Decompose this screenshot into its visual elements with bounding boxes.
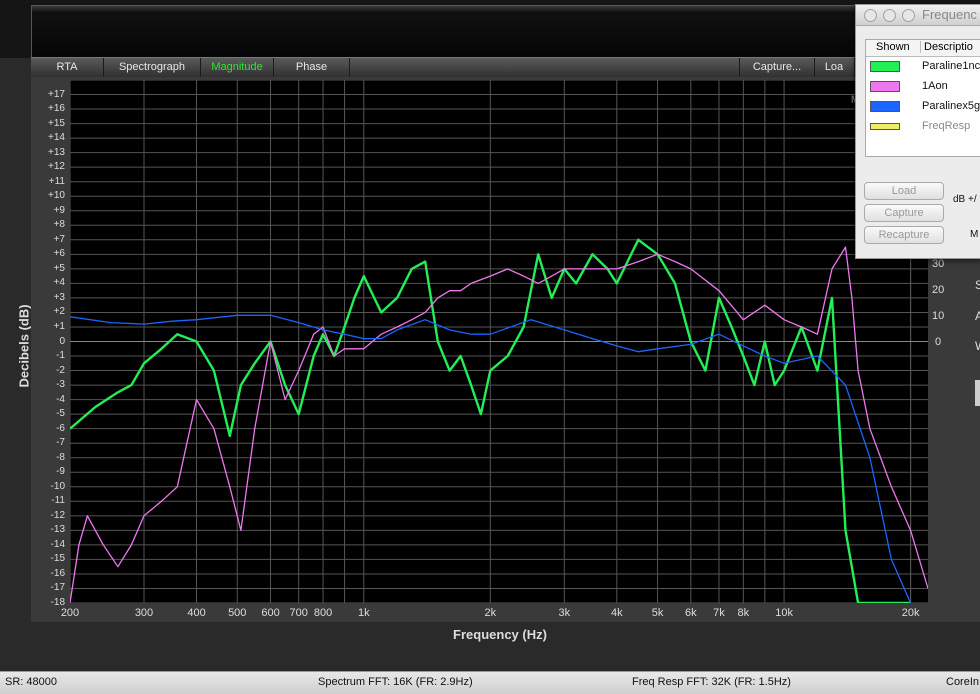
tab-magnitude[interactable]: Magnitude	[201, 58, 274, 78]
y-tick-label: +14	[48, 132, 65, 144]
list-item-label: 1Aon	[922, 80, 948, 92]
x-tick-label: 2k	[484, 607, 497, 619]
list-item[interactable]: Paralinex5g	[866, 97, 980, 117]
y-tick-label: +7	[53, 233, 65, 245]
y-tick-label: -16	[50, 567, 65, 579]
y-tick-label: -17	[50, 582, 65, 594]
x-tick-label: 300	[134, 607, 154, 619]
y-tick-label: +1	[53, 320, 65, 332]
magnitude-plot[interactable]: M	[70, 80, 928, 603]
window-title: Frequenc	[922, 7, 977, 22]
x-tick-label: 10k	[775, 607, 793, 619]
x-tick-label: 20k	[901, 607, 920, 619]
magnitude-chart	[70, 80, 928, 603]
y-tick-label: -5	[56, 408, 65, 420]
x-tick-label: 3k	[558, 607, 571, 619]
y-tick-label: +16	[48, 103, 65, 115]
secondary-scale-10: 10	[932, 310, 945, 322]
tab-phase[interactable]: Phase	[274, 58, 350, 78]
list-item-label: Paraline1nc	[922, 60, 980, 72]
capture-curve-button[interactable]: Capture	[864, 204, 944, 222]
view-tab-bar: RTA Spectrograph Magnitude Phase Capture…	[31, 57, 980, 78]
x-tick-label: 8k	[737, 607, 750, 619]
recapture-button[interactable]: Recapture	[864, 226, 944, 244]
yellow-swatch-icon[interactable]	[870, 123, 900, 130]
y-tick-label: -11	[51, 495, 65, 507]
m-label: M	[970, 229, 979, 240]
y-tick-label: -13	[50, 524, 65, 536]
side-letter-a: A	[975, 309, 980, 323]
y-tick-label: +15	[48, 117, 65, 129]
x-axis-title: Frequency (Hz)	[453, 627, 547, 642]
y-tick-label: +17	[48, 88, 65, 100]
y-tick-label: +5	[53, 262, 65, 274]
secondary-scale-20: 20	[932, 284, 945, 296]
y-tick-label: -15	[50, 553, 65, 565]
x-tick-label: 1k	[357, 607, 370, 619]
y-tick-label: -8	[56, 451, 65, 463]
db-label: dB +/	[953, 194, 977, 205]
tab-rta[interactable]: RTA	[31, 58, 104, 78]
load-curve-button[interactable]: Load	[864, 182, 944, 200]
x-tick-label: 400	[187, 607, 206, 619]
list-item-label: FreqResp	[922, 120, 971, 132]
list-item[interactable]: FreqResp	[866, 117, 980, 137]
status-spectrum-fft: Spectrum FFT: 16K (FR: 2.9Hz)	[318, 676, 473, 688]
x-tick-label: 200	[60, 607, 80, 619]
y-tick-label: -10	[50, 480, 65, 492]
x-tick-label: 4k	[611, 607, 623, 619]
minimize-icon[interactable]	[883, 9, 896, 22]
col-shown[interactable]: Shown	[876, 41, 910, 53]
close-icon[interactable]	[864, 9, 877, 22]
secondary-scale-0: 0	[935, 336, 942, 348]
y-tick-label: +2	[53, 306, 65, 318]
y-tick-label: -12	[50, 509, 65, 521]
y-tick-label: 0	[59, 335, 65, 347]
y-tick-label: +13	[48, 146, 65, 158]
x-tick-label: 800	[313, 607, 333, 619]
y-tick-label: -7	[56, 437, 65, 449]
secondary-scale-30: 30	[932, 258, 945, 270]
status-bar: SR: 48000 Spectrum FFT: 16K (FR: 2.9Hz) …	[0, 671, 980, 694]
status-sample-rate: SR: 48000	[5, 676, 57, 688]
y-tick-label: -14	[50, 538, 65, 550]
side-button-edge[interactable]	[975, 380, 980, 406]
y-tick-label: +8	[53, 219, 65, 231]
list-header: Shown Descriptio	[866, 40, 980, 57]
list-item-label: Paralinex5g	[922, 100, 980, 112]
y-tick-label: +3	[53, 291, 65, 303]
y-tick-label: +9	[53, 204, 65, 216]
y-tick-label: +6	[53, 248, 65, 260]
capture-button[interactable]: Capture...	[739, 58, 815, 78]
blue-swatch-icon[interactable]	[870, 101, 900, 112]
y-tick-label: -3	[56, 379, 65, 391]
y-tick-label: +10	[48, 190, 65, 202]
status-core: CoreIn	[946, 676, 980, 688]
side-letter-s: S	[975, 278, 980, 292]
y-tick-label: -6	[56, 422, 65, 434]
y-tick-label: -1	[56, 350, 65, 362]
y-tick-label: +11	[48, 175, 65, 187]
toolbar-panel	[31, 5, 980, 59]
side-letter-w: W	[975, 339, 980, 353]
status-freqresp-fft: Freq Resp FFT: 32K (FR: 1.5Hz)	[632, 676, 791, 688]
col-description[interactable]: Descriptio	[920, 41, 973, 53]
load-button[interactable]: Loa	[814, 58, 855, 78]
series-line-1aon	[70, 246, 928, 603]
y-tick-label: -2	[56, 364, 65, 376]
y-tick-label: +4	[53, 277, 65, 289]
y-tick-label: -4	[56, 393, 65, 405]
frequency-response-window: Frequenc Shown Descriptio Paraline1nc 1A…	[855, 4, 980, 259]
list-item[interactable]: Paraline1nc	[866, 57, 980, 77]
y-tick-label: -9	[56, 466, 65, 478]
window-titlebar[interactable]: Frequenc	[856, 5, 980, 26]
pink-swatch-icon[interactable]	[870, 81, 900, 92]
tab-spectrograph[interactable]: Spectrograph	[104, 58, 201, 78]
list-item[interactable]: 1Aon	[866, 77, 980, 97]
green-swatch-icon[interactable]	[870, 61, 900, 72]
curves-list: Shown Descriptio Paraline1nc 1Aon Parali…	[865, 39, 980, 157]
zoom-icon[interactable]	[902, 9, 915, 22]
y-tick-label: +12	[48, 161, 65, 173]
